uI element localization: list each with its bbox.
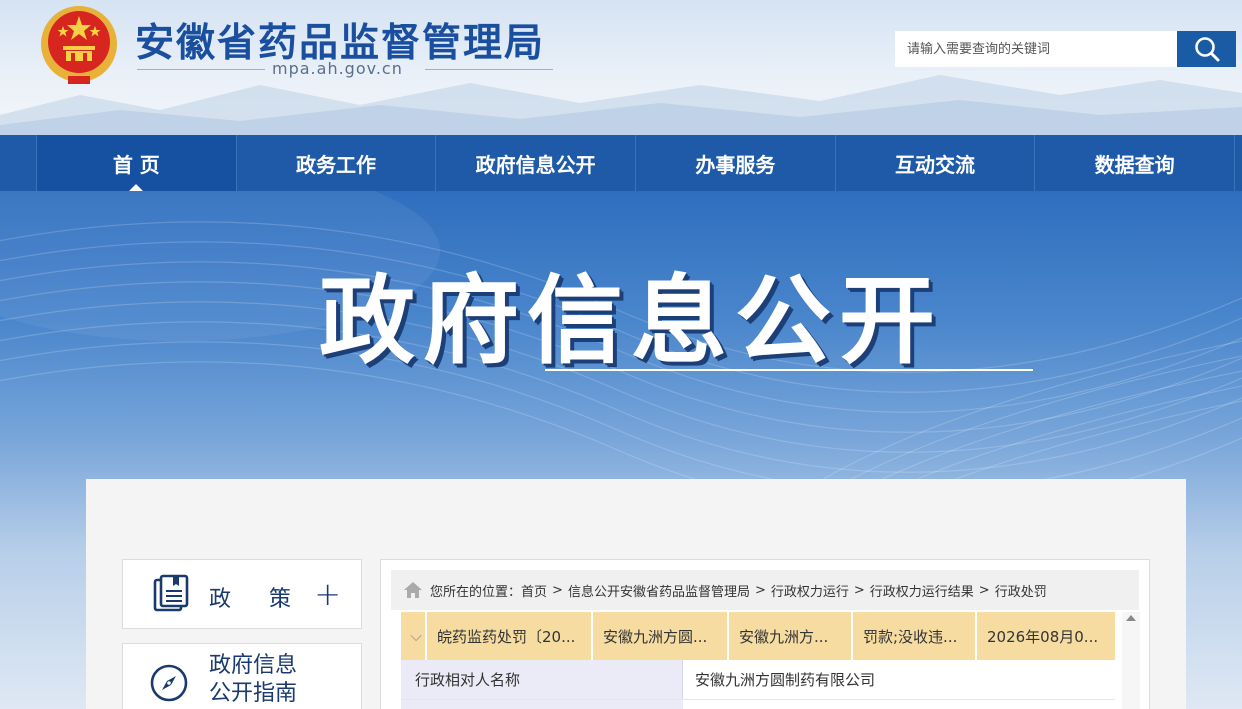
- label-line-2: 公开指南: [209, 681, 298, 706]
- divider: [425, 69, 553, 70]
- detail-row: [401, 700, 683, 709]
- nav-item-home[interactable]: 首 页: [36, 135, 237, 191]
- breadcrumb-item[interactable]: 行政处罚: [995, 581, 1047, 600]
- banner-underline: [545, 369, 1033, 371]
- home-icon: [404, 582, 422, 598]
- table-cell[interactable]: 安徽九洲方圆...: [593, 612, 729, 660]
- sidebar-item-disclosure-guide[interactable]: 政府信息 公开指南: [122, 643, 362, 709]
- main-nav: 首 页 政务工作 政府信息公开 办事服务 互动交流 数据查询: [0, 135, 1242, 191]
- breadcrumb-separator: >: [754, 582, 766, 598]
- nav-item-government-affairs[interactable]: 政务工作: [237, 135, 437, 191]
- search-input[interactable]: [895, 31, 1177, 67]
- scrollbar[interactable]: [1122, 612, 1140, 709]
- compass-icon: [150, 664, 188, 702]
- nav-item-info-disclosure[interactable]: 政府信息公开: [436, 135, 637, 191]
- breadcrumb-separator: >: [978, 582, 990, 598]
- detail-key: 行政相对人名称: [401, 660, 683, 699]
- site-header: 安徽省药品监督管理局 mpa.ah.gov.cn: [0, 0, 1242, 135]
- search-icon: [1194, 37, 1219, 62]
- divider: [137, 69, 265, 70]
- nav-item-services[interactable]: 办事服务: [636, 135, 836, 191]
- expand-plus-icon[interactable]: +: [314, 576, 341, 612]
- sidebar-item-policy[interactable]: 政策 +: [122, 559, 362, 629]
- scroll-up-arrow-icon[interactable]: [1126, 615, 1136, 621]
- national-emblem-icon[interactable]: [38, 2, 120, 88]
- nav-item-interaction[interactable]: 互动交流: [836, 135, 1036, 191]
- table-cell[interactable]: 2026年08月0...: [977, 612, 1115, 660]
- breadcrumb: 您所在的位置： 首页 > 信息公开安徽省药品监督管理局 > 行政权力运行 > 行…: [391, 570, 1139, 610]
- breadcrumb-item[interactable]: 首页: [521, 581, 547, 600]
- search-button[interactable]: [1177, 31, 1236, 67]
- breadcrumb-separator: >: [853, 582, 865, 598]
- site-domain: mpa.ah.gov.cn: [272, 59, 403, 78]
- table-row[interactable]: ⌵ 皖药监药处罚〔20... 安徽九洲方圆... 安徽九洲方... 罚款;没收违…: [401, 612, 1115, 660]
- breadcrumb-prefix: 您所在的位置：: [430, 584, 522, 600]
- detail-row: 行政相对人名称 安徽九洲方圆制药有限公司: [401, 660, 1115, 700]
- breadcrumb-item[interactable]: 行政权力运行: [771, 581, 849, 600]
- breadcrumb-item[interactable]: 信息公开安徽省药品监督管理局: [568, 581, 750, 600]
- breadcrumb-separator: >: [552, 582, 563, 598]
- penalty-record-table: ⌵ 皖药监药处罚〔20... 安徽九洲方圆... 安徽九洲方... 罚款;没收违…: [401, 612, 1115, 709]
- breadcrumb-item[interactable]: 行政权力运行结果: [870, 581, 974, 600]
- banner-title: 政府信息公开: [319, 265, 943, 377]
- sidebar-item-label: 政策: [209, 587, 330, 612]
- table-cell[interactable]: 安徽九洲方...: [729, 612, 853, 660]
- table-cell[interactable]: 罚款;没收违...: [853, 612, 977, 660]
- nav-item-data-query[interactable]: 数据查询: [1035, 135, 1236, 191]
- label-line-1: 政府信息: [209, 653, 298, 678]
- collapse-chevron-icon[interactable]: ⌵: [401, 612, 427, 660]
- table-cell[interactable]: 皖药监药处罚〔20...: [427, 612, 593, 660]
- sidebar-item-label: 政府信息 公开指南: [209, 652, 297, 708]
- detail-value: 安徽九洲方圆制药有限公司: [695, 671, 876, 689]
- document-icon: [153, 574, 189, 612]
